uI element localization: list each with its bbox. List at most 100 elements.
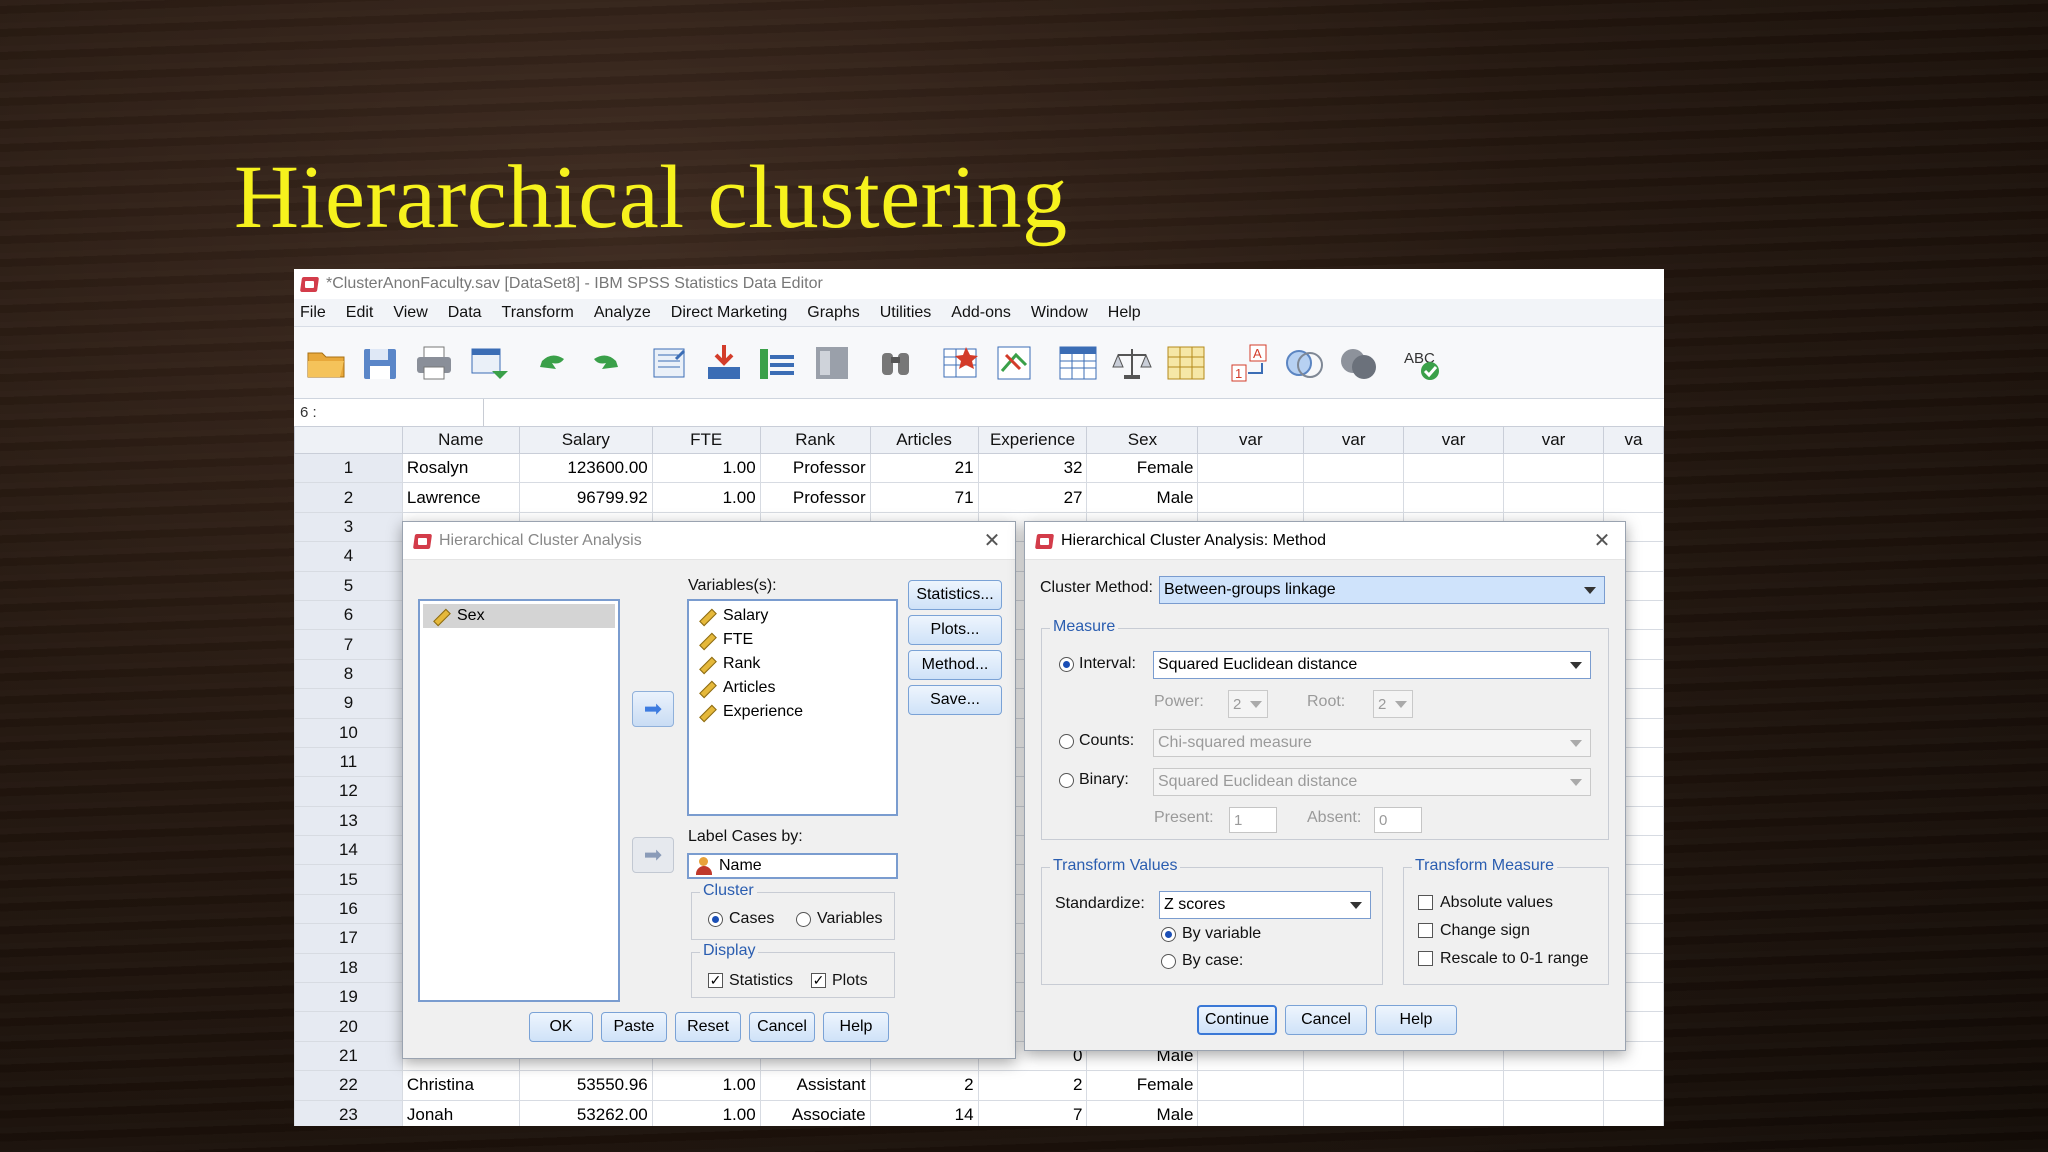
empty-cell[interactable] [1403,482,1505,513]
menu-view[interactable]: View [387,304,441,322]
display-plots-checkbox[interactable]: ✓ [811,973,826,988]
menu-window[interactable]: Window [1025,304,1102,322]
menu-file[interactable]: File [294,304,340,322]
ok-button[interactable]: OK [529,1012,593,1042]
find-icon[interactable] [874,341,918,385]
grid-cell[interactable]: Rosalyn [401,452,520,484]
spell-check-icon[interactable]: ABC [1400,341,1444,385]
list-item[interactable]: Salary [689,604,896,628]
absolute-values-checkbox[interactable] [1418,895,1433,910]
redo-icon[interactable] [584,341,628,385]
empty-cell[interactable] [1503,1070,1604,1101]
statistics-button[interactable]: Statistics... [908,580,1002,610]
row-number[interactable]: 5 [294,570,403,601]
menu-utilities[interactable]: Utilities [874,304,946,322]
empty-cell[interactable] [1303,1099,1405,1126]
interval-radio[interactable] [1059,657,1074,672]
empty-cell[interactable] [1403,452,1505,484]
row-number[interactable]: 22 [294,1070,403,1101]
row-number[interactable]: 17 [294,923,403,954]
grid-cell[interactable]: 14 [869,1099,979,1126]
empty-cell[interactable] [1403,1099,1505,1126]
save-button[interactable]: Save... [908,685,1002,715]
grid-cell[interactable]: Female [1086,452,1199,484]
row-number[interactable]: 8 [294,658,403,690]
save-icon[interactable] [358,341,402,385]
row-number[interactable]: 19 [294,982,403,1013]
grid-cell[interactable]: 32 [977,452,1088,484]
help-button[interactable]: Help [823,1012,889,1042]
grid-cell[interactable]: Associate [759,1099,871,1126]
menu-analyze[interactable]: Analyze [588,304,665,322]
grid-cell[interactable]: 2 [869,1070,979,1101]
insert-cases-icon[interactable] [938,341,982,385]
empty-cell[interactable] [1303,452,1405,484]
power-select[interactable]: 2 [1228,690,1268,718]
grid-cell[interactable]: 123600.00 [518,452,653,484]
close-icon[interactable]: ✕ [1591,530,1613,552]
row-number[interactable]: 16 [294,893,403,925]
grid-cell[interactable]: 96799.92 [518,482,653,513]
grid-cell[interactable]: 71 [869,482,979,513]
row-number[interactable]: 13 [294,805,403,837]
list-item[interactable]: Sex [423,604,615,628]
cluster-cases-radio[interactable] [708,912,723,927]
present-input[interactable]: 1 [1229,807,1277,833]
list-item[interactable]: Rank [689,652,896,676]
standardize-select[interactable]: Z scores [1159,891,1371,919]
empty-cell[interactable] [1602,452,1664,484]
grid-cell[interactable]: Male [1086,1099,1199,1126]
cluster-method-select[interactable]: Between-groups linkage [1159,576,1605,604]
cancel-button[interactable]: Cancel [749,1012,815,1042]
grid-cell[interactable]: Assistant [759,1070,871,1101]
menu-add-ons[interactable]: Add-ons [945,304,1025,322]
rescale-checkbox[interactable] [1418,951,1433,966]
select-cases-icon[interactable] [1164,341,1208,385]
empty-cell[interactable] [1197,1070,1305,1101]
binary-measure-select[interactable]: Squared Euclidean distance [1153,768,1591,796]
list-item[interactable]: Experience [689,700,896,724]
grid-cell[interactable]: Lawrence [401,482,520,513]
menu-graphs[interactable]: Graphs [801,304,873,322]
menu-data[interactable]: Data [442,304,496,322]
grid-cell[interactable]: Professor [759,452,871,484]
row-number[interactable]: 3 [294,511,403,543]
grid-cell[interactable]: Christina [401,1070,520,1101]
variables-icon[interactable] [756,341,800,385]
grid-cell[interactable]: 1.00 [651,1099,761,1126]
plots-button[interactable]: Plots... [908,615,1002,645]
row-number[interactable]: 9 [294,688,403,719]
column-header[interactable]: Name [401,426,520,454]
column-header[interactable]: FTE [651,426,761,454]
open-folder-icon[interactable] [304,341,348,385]
list-item[interactable]: FTE [689,628,896,652]
grid-cell[interactable]: 1.00 [651,452,761,484]
menu-transform[interactable]: Transform [496,304,588,322]
row-number[interactable]: 2 [294,482,403,513]
dialog-recall-icon[interactable] [466,341,510,385]
run-descriptives-icon[interactable] [810,341,854,385]
show-all-variables-icon[interactable] [1336,341,1380,385]
empty-cell[interactable] [1503,452,1604,484]
column-header[interactable]: va [1602,426,1664,454]
row-number[interactable]: 10 [294,717,403,748]
reset-button[interactable]: Reset [675,1012,741,1042]
interval-measure-select[interactable]: Squared Euclidean distance [1153,651,1591,679]
empty-cell[interactable] [1602,1099,1664,1126]
grid-cell[interactable]: 1.00 [651,1070,761,1101]
row-number[interactable]: 20 [294,1011,403,1042]
change-sign-checkbox[interactable] [1418,923,1433,938]
grid-cell[interactable]: Female [1086,1070,1199,1101]
goto-variable-icon[interactable] [702,341,746,385]
grid-cell[interactable]: 21 [869,452,979,484]
absent-input[interactable]: 0 [1374,807,1422,833]
empty-cell[interactable] [1503,482,1604,513]
list-item[interactable]: Articles [689,676,896,700]
empty-cell[interactable] [1602,482,1664,513]
row-number[interactable]: 1 [294,452,403,484]
row-number[interactable]: 14 [294,835,403,866]
root-select[interactable]: 2 [1373,690,1413,718]
empty-cell[interactable] [1403,1070,1505,1101]
column-header[interactable]: var [1403,426,1505,454]
empty-cell[interactable] [1503,1099,1604,1126]
